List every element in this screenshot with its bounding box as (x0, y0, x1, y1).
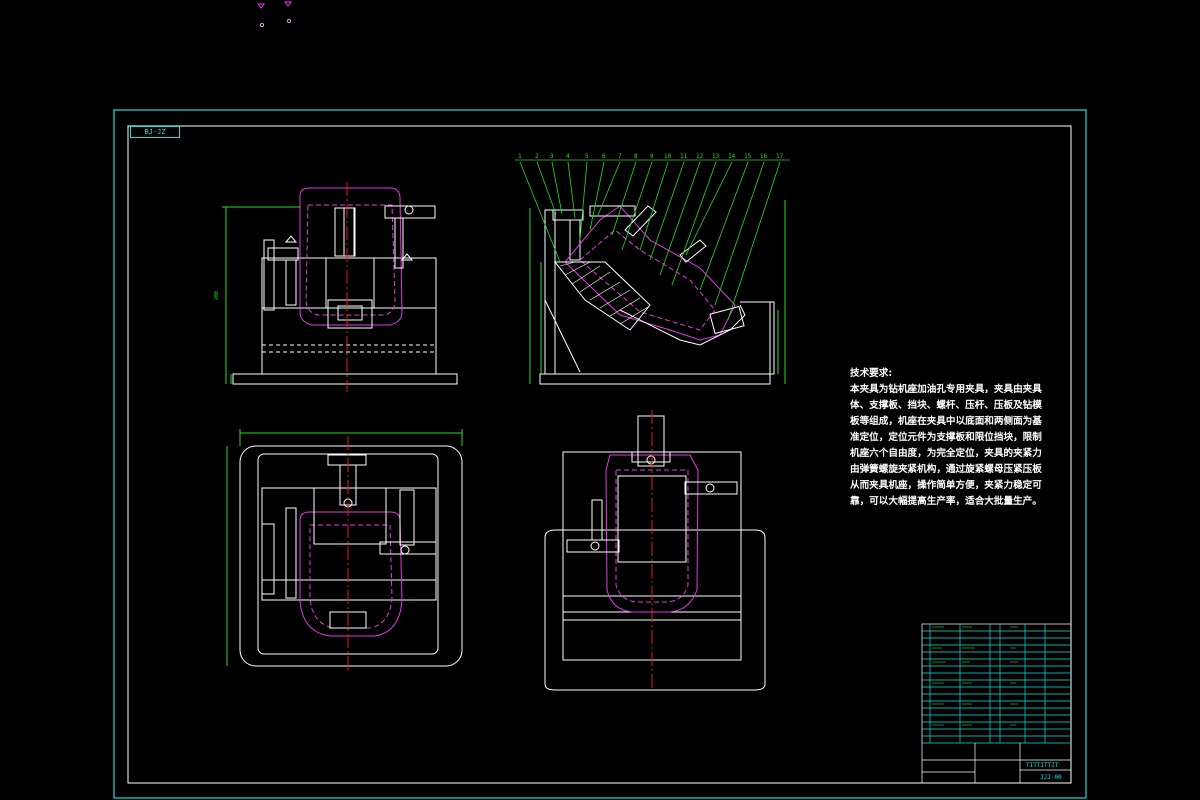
technical-requirements: 技术要求: 本夹具为钻机座加油孔专用夹具，夹具由夹具体、支撑板、挡块、螺杆、压杆… (850, 366, 1042, 510)
parts-list-table (921, 623, 1072, 784)
balloon-12: 12 (696, 153, 704, 160)
balloon-5: 5 (585, 153, 589, 160)
balloon-3: 3 (550, 153, 554, 160)
balloon-2: 2 (535, 153, 539, 160)
origin-markers (257, 1, 292, 28)
balloon-10: 10 (664, 153, 672, 160)
balloon-4: 4 (566, 153, 570, 160)
balloon-11: 11 (680, 153, 688, 160)
top-view (226, 429, 463, 670)
technical-requirements-title: 技术要求: (850, 368, 893, 379)
front-view: 200 (214, 182, 458, 392)
balloon-15: 15 (744, 153, 752, 160)
technical-requirements-body: 本夹具为钻机座加油孔专用夹具，夹具由夹具体、支撑板、挡块、螺杆、压杆、压板及钻模… (850, 384, 1042, 507)
svg-text:200: 200 (214, 291, 220, 300)
balloon-8: 8 (634, 153, 638, 160)
balloon-7: 7 (618, 153, 622, 160)
balloon-9: 9 (650, 153, 654, 160)
side-view: 1 2 3 4 5 6 7 8 9 10 11 12 13 14 15 16 1… (515, 153, 790, 385)
title-block-code: JJJ-00 (1040, 774, 1062, 781)
balloon-17: 17 (776, 153, 784, 160)
drawing-number-box: BJ-JZ (130, 126, 180, 138)
balloon-6: 6 (602, 153, 606, 160)
balloon-1: 1 (518, 153, 522, 160)
title-block-name: TITTITTIT (1026, 762, 1059, 769)
fourth-view (544, 410, 766, 691)
balloon-14: 14 (728, 153, 736, 160)
balloon-13: 13 (712, 153, 720, 160)
balloon-16: 16 (760, 153, 768, 160)
